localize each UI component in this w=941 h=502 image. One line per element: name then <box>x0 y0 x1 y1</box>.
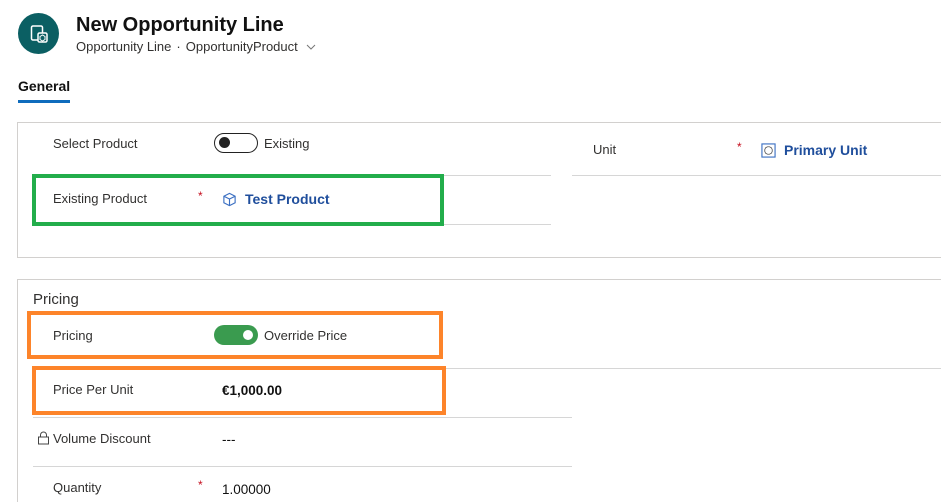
toggle-knob <box>219 137 230 148</box>
quantity-value[interactable]: 1.00000 <box>222 482 271 497</box>
price-per-unit-value[interactable]: €1,000.00 <box>222 383 282 398</box>
price-per-unit-label: Price Per Unit <box>53 381 134 397</box>
field-select-product: Select Product <box>53 133 138 153</box>
select-product-label: Select Product <box>53 135 138 151</box>
unit-lookup[interactable]: Primary Unit <box>761 139 867 161</box>
required-indicator: * <box>198 189 203 203</box>
volume-discount-field: --- <box>222 429 236 449</box>
page-title: New Opportunity Line <box>76 14 284 36</box>
form-name: OpportunityProduct <box>185 39 298 54</box>
quantity-input[interactable]: 1.00000 <box>222 479 271 499</box>
form-header: New Opportunity Line Opportunity Line · … <box>18 13 317 55</box>
section-title: Pricing <box>33 291 79 308</box>
field-volume-discount: Volume Discount <box>37 428 151 448</box>
subtitle-separator: · <box>176 39 181 54</box>
entity-name: Opportunity Line <box>76 39 172 54</box>
field-existing-product: Existing Product <box>53 188 147 208</box>
existing-product-lookup[interactable]: Test Product <box>222 188 330 210</box>
divider <box>33 368 941 369</box>
price-per-unit-input[interactable]: €1,000.00 <box>222 380 282 400</box>
required-indicator: * <box>198 478 203 492</box>
required-indicator: * <box>737 140 742 154</box>
product-cube-icon <box>223 192 236 206</box>
quantity-label: Quantity <box>53 479 102 495</box>
field-unit: Unit <box>593 139 616 159</box>
opportunity-line-icon <box>18 13 59 54</box>
divider <box>33 417 572 418</box>
tab-general[interactable]: General <box>18 78 71 103</box>
divider <box>33 175 551 176</box>
divider <box>572 175 941 176</box>
form-selector[interactable]: Opportunity Line · OpportunityProduct <box>76 38 317 56</box>
volume-discount-value: --- <box>222 431 236 447</box>
divider <box>33 224 551 225</box>
unit-value[interactable]: Primary Unit <box>784 142 867 158</box>
pricing-control: Override Price <box>214 324 347 346</box>
volume-discount-label: Volume Discount <box>53 430 151 446</box>
pricing-toggle-text: Override Price <box>264 327 348 343</box>
field-quantity: Quantity <box>53 477 101 497</box>
toggle-knob <box>243 330 253 340</box>
divider <box>33 466 572 467</box>
select-product-control: Existing <box>214 132 310 154</box>
unit-icon <box>761 142 776 158</box>
pricing-section: Pricing Pricing Override Price Price Per… <box>17 279 941 502</box>
chevron-down-icon[interactable] <box>305 41 317 53</box>
existing-product-value[interactable]: Test Product <box>245 191 330 207</box>
select-product-toggle[interactable] <box>214 133 258 153</box>
tab-list: General <box>18 78 71 103</box>
pricing-label: Pricing <box>53 327 93 343</box>
lock-icon <box>38 431 49 445</box>
field-pricing: Pricing <box>53 325 93 345</box>
override-price-toggle[interactable] <box>214 325 258 345</box>
general-section: Select Product Existing Existing Product… <box>17 122 941 258</box>
existing-product-label: Existing Product <box>53 190 147 206</box>
unit-label: Unit <box>593 141 617 157</box>
field-price-per-unit: Price Per Unit <box>53 379 133 399</box>
select-product-toggle-text: Existing <box>264 135 310 151</box>
